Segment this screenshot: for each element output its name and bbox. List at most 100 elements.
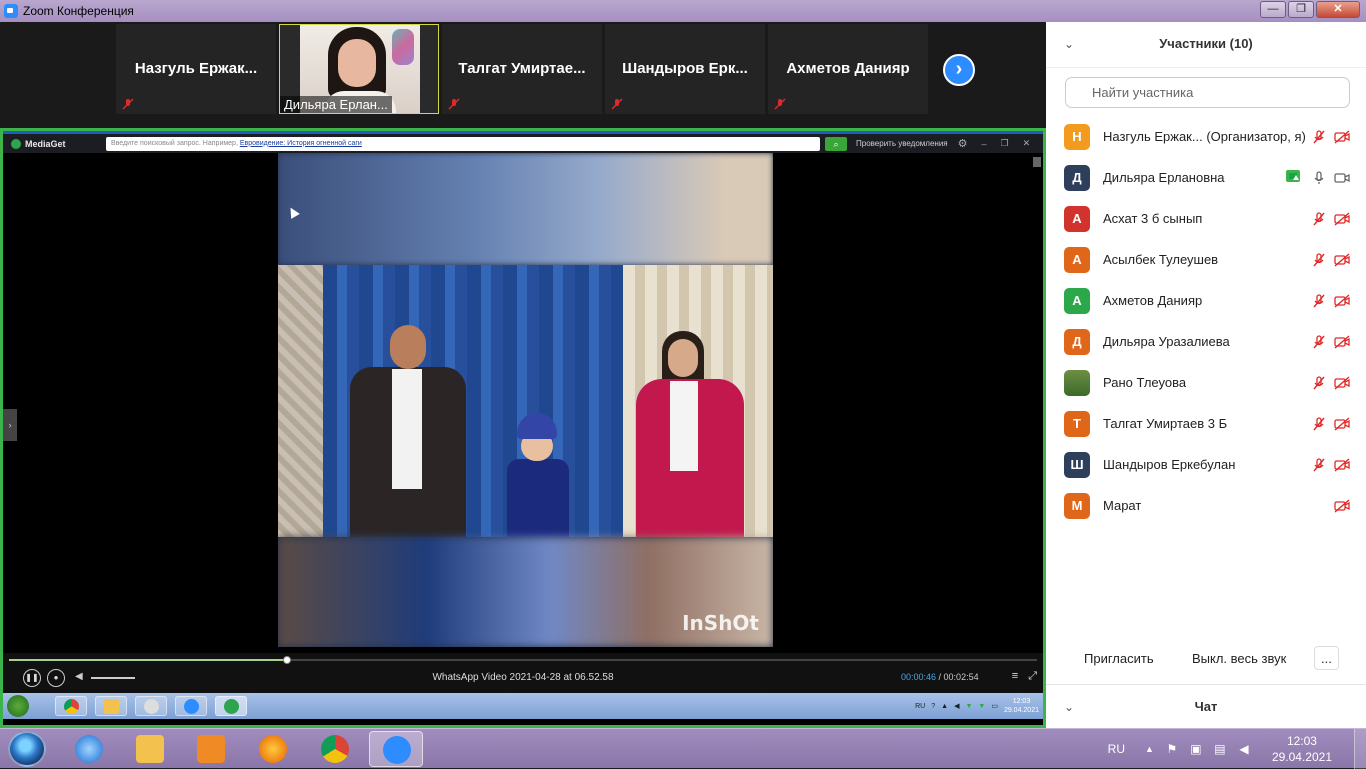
taskbar-firefox-icon[interactable] (246, 731, 300, 767)
scrollbar[interactable] (1033, 157, 1041, 167)
participants-panel: ⌄ Участники (10) Н Назгуль Ержак... (Орга… (1046, 22, 1366, 728)
windows-taskbar: RU ▲ ⚑ ▣ ▤ ◀ 12:03 29.04.2021 (0, 728, 1366, 769)
gallery-tile[interactable]: Назгуль Ержак... (116, 24, 276, 114)
mic-icon[interactable] (1311, 170, 1327, 185)
close-button[interactable]: ✕ (1316, 1, 1360, 18)
taskbar-media-player-icon[interactable] (184, 731, 238, 767)
mic-muted-icon[interactable] (1311, 334, 1327, 349)
camera-off-icon[interactable] (1334, 457, 1350, 472)
seek-bar[interactable] (9, 656, 1037, 664)
gallery-tile[interactable]: Ахметов Данияр (768, 24, 928, 114)
video-gallery-strip: Назгуль Ержак... Дильяра Ерлан... Талгат… (0, 22, 1046, 126)
system-tray: RU ▲ ⚑ ▣ ▤ ◀ 12:03 29.04.2021 (1108, 729, 1366, 769)
camera-off-icon[interactable] (1334, 334, 1350, 349)
avatar: Н (1064, 123, 1090, 150)
zoom-icon (175, 696, 207, 716)
gallery-tile[interactable]: Шандыров Ерк... (605, 24, 765, 114)
mediaget-icon (215, 696, 247, 716)
start-button[interactable] (8, 731, 46, 767)
participant-name: Дильяра Уразалиева (1103, 334, 1230, 349)
device-icon[interactable]: ▣ (1188, 742, 1204, 756)
flag-icon[interactable]: ⚑ (1164, 742, 1180, 756)
network-icon[interactable]: ▤ (1212, 742, 1228, 756)
participants-title: Участники (10) (1159, 36, 1253, 51)
camera-off-icon[interactable] (1334, 211, 1350, 226)
gear-icon[interactable]: ⚙ (958, 137, 968, 150)
video-player-area[interactable]: InShOt › (3, 153, 1043, 653)
camera-off-icon[interactable] (1334, 129, 1350, 144)
taskbar-explorer-icon[interactable] (123, 731, 177, 767)
participant-row[interactable]: Ш Шандыров Еркебулан (1046, 444, 1366, 485)
participant-row[interactable]: А Асылбек Тулеушев (1046, 239, 1366, 280)
participant-row[interactable]: Рано Тлеуова (1046, 362, 1366, 403)
tile-participant-name: Дильяра Ерлан... (280, 96, 392, 113)
camera-off-icon[interactable] (1334, 416, 1350, 431)
camera-off-icon[interactable] (1334, 498, 1350, 513)
mic-muted-icon[interactable] (1311, 252, 1327, 267)
participant-row[interactable]: М Марат (1046, 485, 1366, 526)
taskbar-chrome-icon[interactable] (308, 731, 362, 767)
participant-name: Дильяра Ерлановна (1103, 170, 1225, 185)
seek-handle[interactable] (282, 656, 291, 664)
search-icon: ⌕ (833, 138, 839, 149)
search-button[interactable]: ⌕ (825, 136, 847, 151)
camera-off-icon[interactable] (1334, 252, 1350, 267)
participant-name: Асылбек Тулеушев (1103, 252, 1219, 267)
mediaget-close-button[interactable]: ✕ (1023, 138, 1031, 149)
participant-name: Ахметов Данияр (1103, 293, 1203, 308)
mic-muted-icon[interactable] (1311, 457, 1327, 472)
fullscreen-icon[interactable]: ⤢ (1028, 670, 1037, 683)
participant-row[interactable]: А Асхат 3 б сынып (1046, 198, 1366, 239)
mediaget-restore-button[interactable]: ❐ (1001, 138, 1009, 149)
participant-row[interactable]: Д Дильяра Уразалиева (1046, 321, 1366, 362)
taskbar-ie-icon[interactable] (62, 731, 116, 767)
gallery-tile-active-speaker[interactable]: Дильяра Ерлан... (279, 24, 439, 114)
chrome-icon (55, 696, 87, 716)
mic-muted-icon[interactable] (1311, 375, 1327, 390)
show-hidden-icons[interactable]: ▲ (1145, 744, 1154, 754)
mic-muted-icon[interactable] (1311, 211, 1327, 226)
invite-button[interactable]: Пригласить (1078, 646, 1160, 670)
participant-row[interactable]: Д Дильяра Ерлановна (1046, 157, 1366, 198)
gallery-tile[interactable]: Талгат Умиртае... (442, 24, 602, 114)
volume-icon[interactable]: ◀ (1236, 742, 1252, 756)
mute-all-button[interactable]: Выкл. весь звук (1186, 646, 1293, 670)
camera-icon[interactable] (1334, 171, 1350, 185)
minimize-button[interactable]: — (1260, 1, 1286, 18)
video-frame[interactable]: InShOt (278, 153, 773, 647)
search-example-link[interactable]: Евровидение: История огненной саги (240, 140, 362, 147)
start-icon (7, 695, 29, 717)
participant-search-input[interactable] (1065, 77, 1350, 108)
screen-share-icon (1286, 170, 1300, 182)
performer-man (350, 325, 466, 537)
more-options-button[interactable]: ... (1314, 646, 1339, 670)
show-desktop-button[interactable] (1354, 729, 1366, 769)
check-notifications-link[interactable]: Проверить уведомления (856, 139, 948, 148)
mic-muted-icon[interactable] (1311, 416, 1327, 431)
participant-name: Талгат Умиртаев 3 Б (1103, 416, 1228, 431)
mic-muted-icon[interactable] (1311, 129, 1327, 144)
participant-name: Марат (1103, 498, 1142, 513)
performer-child (503, 413, 573, 537)
mediaget-minimize-button[interactable]: – (982, 139, 987, 149)
playlist-icon[interactable]: ≡ (1012, 670, 1018, 683)
camera-off-icon[interactable] (1334, 293, 1350, 308)
mic-muted-icon[interactable] (1311, 293, 1327, 308)
camera-off-icon[interactable] (1334, 375, 1350, 390)
language-indicator[interactable]: RU (1108, 742, 1125, 756)
system-clock[interactable]: 12:03 29.04.2021 (1272, 733, 1332, 765)
gallery-next-page-button[interactable]: › (943, 54, 975, 86)
participant-name: Шандыров Еркебулан (1103, 457, 1236, 472)
mediaget-search-input[interactable]: Введите поисковый запрос. Например, Евро… (106, 136, 820, 151)
taskbar-zoom-icon[interactable] (369, 731, 423, 767)
maximize-button[interactable]: ❐ (1288, 1, 1314, 18)
participant-row[interactable]: А Ахметов Данияр (1046, 280, 1366, 321)
participant-row[interactable]: Т Талгат Умиртаев 3 Б (1046, 403, 1366, 444)
participants-header: ⌄ Участники (10) (1046, 22, 1366, 68)
participant-row[interactable]: Н Назгуль Ержак... (Организатор, я) (1046, 116, 1366, 157)
avatar: Д (1064, 164, 1090, 191)
avatar: Ш (1064, 451, 1090, 478)
side-panel-toggle[interactable]: › (3, 409, 17, 441)
zoom-logo-icon (4, 4, 18, 18)
avatar: А (1064, 287, 1090, 314)
